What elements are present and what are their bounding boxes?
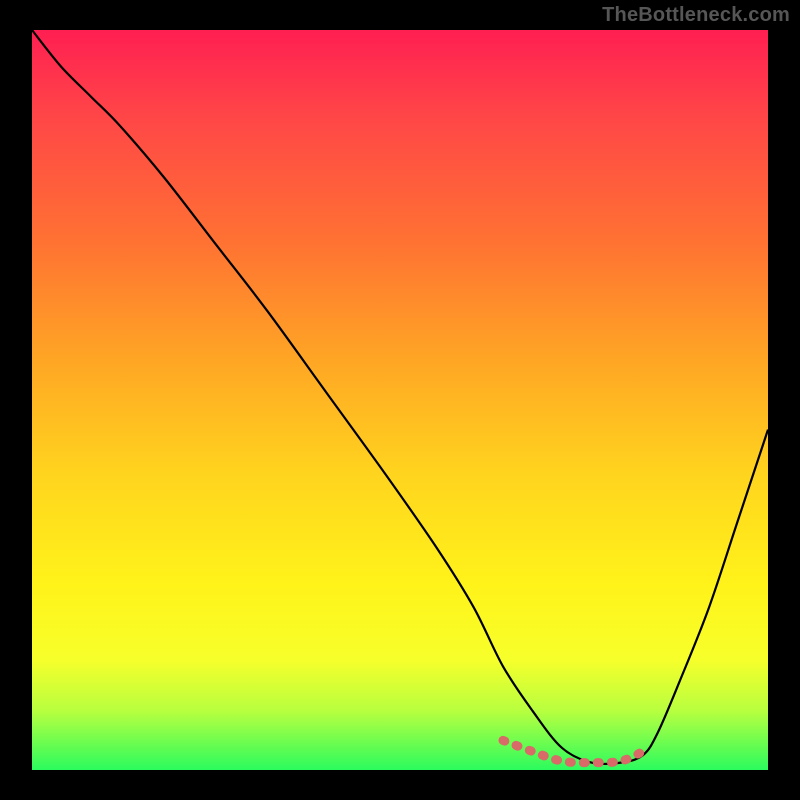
chart-container: TheBottleneck.com [0,0,800,800]
watermark-text: TheBottleneck.com [602,4,790,27]
plot-area [32,30,768,770]
gradient-background [32,30,768,770]
